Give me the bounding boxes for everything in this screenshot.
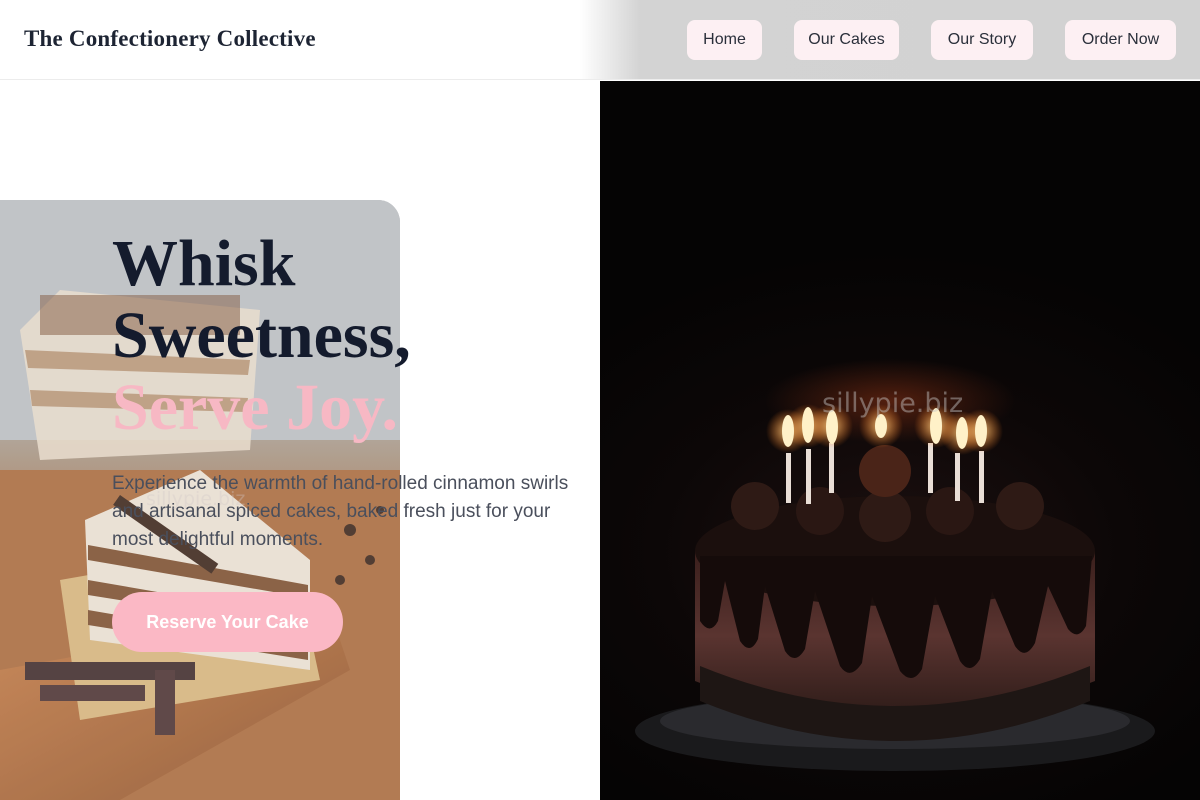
nav-our-cakes-button[interactable]: Our Cakes: [794, 20, 899, 60]
hero-title-line2: Sweetness,: [112, 299, 411, 372]
page: The Confectionery Collective Home Our Ca…: [0, 0, 1200, 800]
hero-title-line1: Whisk: [112, 227, 296, 300]
watermark-text-small: sillypie.biz: [146, 488, 246, 510]
chocolate-birthday-cake-image: [600, 81, 1200, 800]
nav-our-story-button[interactable]: Our Story: [931, 20, 1033, 60]
watermark-text: sillypie.biz: [822, 388, 964, 419]
site-header: The Confectionery Collective Home Our Ca…: [0, 0, 1200, 80]
hero-title: Whisk Sweetness, Serve Joy.: [112, 228, 572, 444]
nav-home-button[interactable]: Home: [687, 20, 762, 60]
reserve-cake-button[interactable]: Reserve Your Cake: [112, 592, 343, 652]
hero-title-accent: Serve Joy.: [112, 371, 398, 444]
hero-subtitle: Experience the warmth of hand-rolled cin…: [112, 473, 569, 550]
brand-logo-text[interactable]: The Confectionery Collective: [24, 26, 316, 52]
nav-order-now-button[interactable]: Order Now: [1065, 20, 1176, 60]
